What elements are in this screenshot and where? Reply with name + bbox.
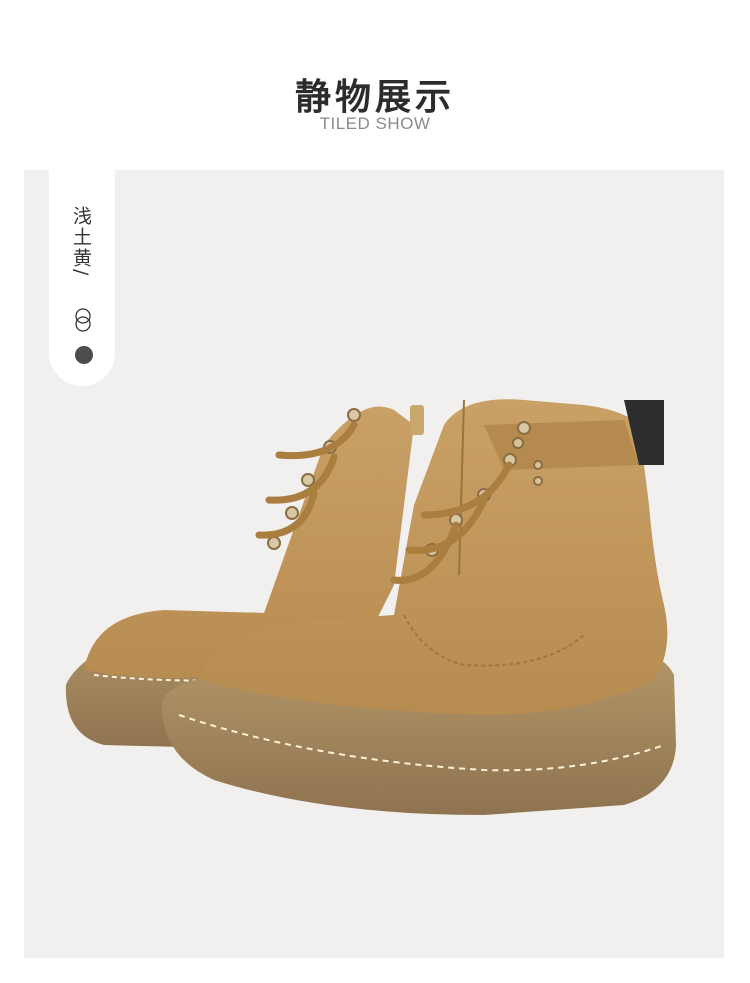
front-boot [161,399,676,815]
color-tag-label: 浅土黄/ [70,206,92,278]
section-header: 静物展示 TILED SHOW [0,0,750,170]
filled-circle-icon [75,346,93,364]
color-tag: 浅土黄/ [49,170,115,386]
double-circle-icon [75,308,91,332]
product-showcase-panel: 浅土黄/ [24,170,724,958]
section-title: 静物展示 [294,77,455,118]
product-image-boots [65,399,676,815]
section-subtitle: TILED SHOW [319,114,431,133]
